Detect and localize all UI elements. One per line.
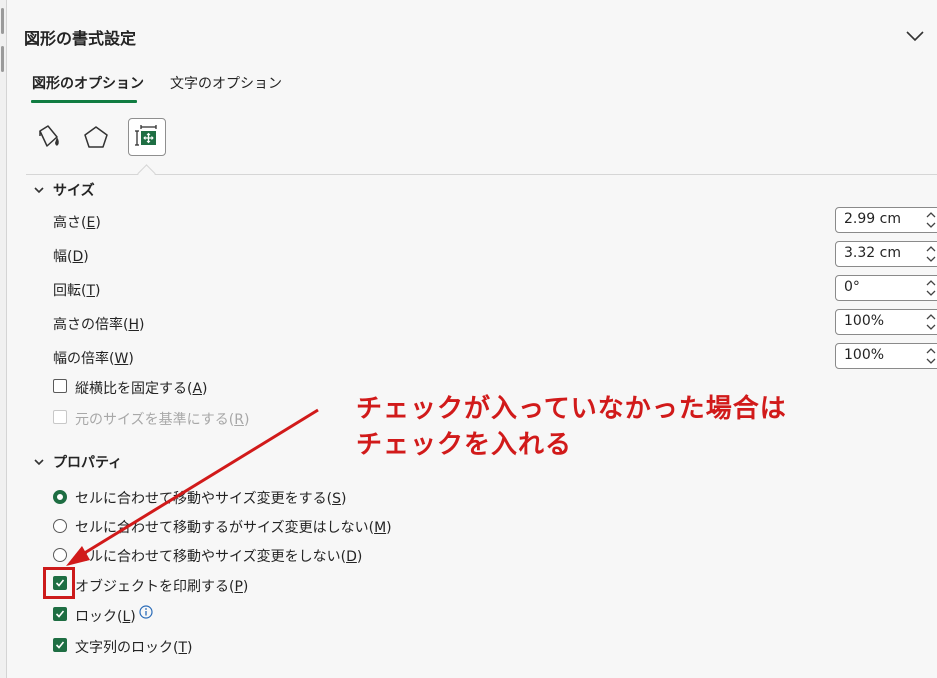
- annotation-arrow: [66, 408, 319, 566]
- annotation-text-line2: チェックを入れる: [356, 430, 573, 460]
- annotation-text-line1: チェックが入っていなかった場合は: [356, 394, 787, 424]
